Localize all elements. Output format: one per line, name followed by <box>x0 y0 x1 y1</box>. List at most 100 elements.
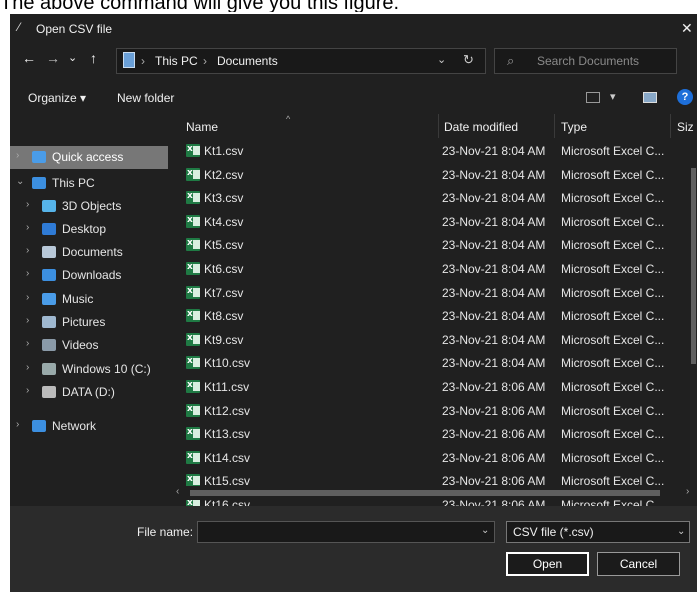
file-row[interactable]: x Kt1.csv 23-Nov-21 8:04 AM Microsoft Excel… <box>172 140 692 163</box>
chevron-right-icon[interactable]: › <box>16 150 19 161</box>
download-icon <box>42 269 56 281</box>
file-name-cell: Kt3.csv <box>204 191 244 206</box>
scrollbar-thumb[interactable] <box>691 168 696 364</box>
column-date-modified[interactable]: Date modified <box>444 120 518 134</box>
open-button[interactable]: Open <box>506 552 589 576</box>
cancel-button[interactable]: Cancel <box>597 552 680 576</box>
file-name-cell: Kt7.csv <box>204 285 244 300</box>
sidebar-item-data-d[interactable]: › DATA (D:) <box>10 381 168 404</box>
file-name-input[interactable] <box>197 521 495 543</box>
chevron-down-icon[interactable]: ⌄ <box>16 176 24 187</box>
scrollbar-thumb[interactable] <box>190 490 660 496</box>
sidebar-item-network[interactable]: › Network <box>10 415 168 438</box>
view-options-icon[interactable] <box>586 92 600 103</box>
sidebar-item-label: 3D Objects <box>62 199 122 213</box>
scroll-left-icon[interactable]: ‹ <box>176 486 179 497</box>
address-bar[interactable]: › This PC › Documents ⌄ ↻ <box>116 48 486 74</box>
sidebar-item-downloads[interactable]: › Downloads <box>10 264 168 287</box>
horizontal-scrollbar[interactable]: ‹ › <box>172 486 697 500</box>
file-name-cell: Kt14.csv <box>204 450 251 465</box>
chevron-down-icon[interactable]: ⌄ <box>481 525 489 536</box>
file-date-cell: 23-Nov-21 8:06 AM <box>442 380 546 394</box>
chevron-right-icon[interactable]: › <box>26 199 29 210</box>
file-row[interactable]: x Kt4.csv 23-Nov-21 8:04 AM Microsoft Excel… <box>172 211 692 234</box>
column-divider[interactable] <box>554 114 555 138</box>
file-type-cell: Microsoft Excel C... <box>561 309 665 324</box>
column-type[interactable]: Type <box>561 120 587 134</box>
sidebar-item-this-pc[interactable]: ⌄ This PC <box>10 172 168 195</box>
close-button[interactable]: ✕ <box>681 20 697 37</box>
sidebar-item-pictures[interactable]: › Pictures <box>10 311 168 334</box>
document-icon <box>42 246 56 258</box>
file-list: ^ Name Date modified Type Siz x Kt1.csv 23… <box>172 114 697 559</box>
sidebar-item-3d-objects[interactable]: › 3D Objects <box>10 195 168 218</box>
sidebar-item-windows-10-c[interactable]: › Windows 10 (C:) <box>10 358 168 381</box>
file-row[interactable]: x Kt3.csv 23-Nov-21 8:04 AM Microsoft Excel… <box>172 187 692 210</box>
up-button[interactable]: ↑ <box>90 50 97 66</box>
chevron-right-icon[interactable]: › <box>26 222 29 233</box>
file-type-cell: Microsoft Excel C... <box>561 167 665 182</box>
file-row[interactable]: x Kt10.csv 23-Nov-21 8:04 AM Microsoft Exce… <box>172 352 692 375</box>
file-name-cell: Kt5.csv <box>204 238 244 253</box>
vertical-scrollbar[interactable] <box>690 132 697 492</box>
sort-up-icon: ^ <box>286 114 291 124</box>
file-row[interactable]: x Kt7.csv 23-Nov-21 8:04 AM Microsoft Excel… <box>172 282 692 305</box>
file-row[interactable]: x Kt14.csv 23-Nov-21 8:06 AM Microsoft Exce… <box>172 447 692 470</box>
file-row[interactable]: x Kt2.csv 23-Nov-21 8:04 AM Microsoft Excel… <box>172 164 692 187</box>
sidebar-item-quick-access[interactable]: › Quick access <box>10 146 168 169</box>
chevron-right-icon[interactable]: › <box>26 292 29 303</box>
file-name-cell: Kt11.csv <box>204 380 250 394</box>
column-divider[interactable] <box>438 114 439 138</box>
column-header-row: ^ Name Date modified Type Siz <box>172 114 697 138</box>
forward-button[interactable]: → <box>46 50 60 66</box>
breadcrumb-this-pc[interactable]: This PC <box>155 54 198 68</box>
cube-icon <box>42 200 56 212</box>
sidebar-item-label: Documents <box>62 245 123 259</box>
scroll-right-icon[interactable]: › <box>686 486 689 497</box>
sidebar-item-documents[interactable]: › Documents <box>10 241 168 264</box>
recent-locations-button[interactable]: ⌄ <box>68 51 77 64</box>
file-date-cell: 23-Nov-21 8:04 AM <box>442 238 546 253</box>
chevron-right-icon[interactable]: › <box>26 268 29 279</box>
chevron-right-icon[interactable]: › <box>26 338 29 349</box>
preview-pane-icon[interactable] <box>643 92 657 103</box>
file-date-cell: 23-Nov-21 8:04 AM <box>442 356 546 371</box>
network-icon <box>32 420 46 432</box>
file-row[interactable]: x Kt12.csv 23-Nov-21 8:06 AM Microsoft Exce… <box>172 400 692 423</box>
refresh-icon[interactable]: ↻ <box>463 52 474 68</box>
help-icon[interactable]: ? <box>677 89 693 105</box>
search-box[interactable]: ⌕ Search Documents <box>494 48 677 74</box>
sidebar-item-desktop[interactable]: › Desktop <box>10 218 168 241</box>
back-button[interactable]: ← <box>22 50 36 66</box>
excel-file-icon: x <box>186 403 200 417</box>
file-row[interactable]: x Kt11.csv 23-Nov-21 8:06 AM Microsoft Exce… <box>172 376 692 399</box>
file-type-cell: Microsoft Excel C... <box>561 356 665 371</box>
file-row[interactable]: x Kt8.csv 23-Nov-21 8:04 AM Microsoft Excel… <box>172 305 692 328</box>
file-type-select[interactable]: CSV file (*.csv) ⌄ <box>506 521 690 543</box>
sidebar-item-music[interactable]: › Music <box>10 288 168 311</box>
file-row[interactable]: x Kt6.csv 23-Nov-21 8:04 AM Microsoft Excel… <box>172 258 692 281</box>
file-type-cell: Microsoft Excel C... <box>561 380 665 394</box>
breadcrumb-documents[interactable]: Documents <box>217 54 278 68</box>
file-date-cell: 23-Nov-21 8:04 AM <box>442 167 546 182</box>
organize-button[interactable]: Organize ▾ <box>28 91 86 105</box>
breadcrumb-separator-icon: › <box>141 54 145 68</box>
new-folder-button[interactable]: New folder <box>117 91 174 105</box>
chevron-right-icon[interactable]: › <box>26 385 29 396</box>
chevron-right-icon[interactable]: › <box>26 362 29 373</box>
excel-file-icon: x <box>186 427 200 441</box>
column-divider[interactable] <box>670 114 671 138</box>
file-date-cell: 23-Nov-21 8:04 AM <box>442 214 546 229</box>
chevron-right-icon[interactable]: › <box>26 315 29 326</box>
file-type-cell: Microsoft Excel C... <box>561 332 665 347</box>
file-row[interactable]: x Kt5.csv 23-Nov-21 8:04 AM Microsoft Excel… <box>172 234 692 257</box>
chevron-down-icon[interactable]: ⌄ <box>437 53 446 66</box>
sidebar-item-videos[interactable]: › Videos <box>10 334 168 357</box>
chevron-right-icon[interactable]: › <box>26 245 29 256</box>
file-row[interactable]: x Kt9.csv 23-Nov-21 8:04 AM Microsoft Excel… <box>172 329 692 352</box>
file-row[interactable]: x Kt13.csv 23-Nov-21 8:06 AM Microsoft Exce… <box>172 423 692 446</box>
chevron-right-icon[interactable]: › <box>16 419 19 430</box>
chevron-down-icon[interactable]: ▾ <box>610 90 616 103</box>
excel-file-icon: x <box>186 332 200 346</box>
column-name[interactable]: Name <box>186 120 218 134</box>
